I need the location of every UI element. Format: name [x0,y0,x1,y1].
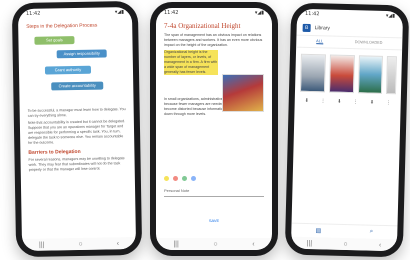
back-icon[interactable]: ‹ [379,241,382,248]
diagram-title: Steps in the Delegation Process [26,22,98,30]
status-icons: ▾◢▮ [385,12,396,20]
book-cover[interactable] [299,53,326,93]
app-logo-icon: B [302,23,311,33]
book-cover[interactable] [357,55,384,94]
phone-library: 11:42 ▾◢▮ B Library ALL DOWNLOADED ⬇ ⋮ ⬇ [284,2,410,258]
status-time: 11:42 [304,10,320,18]
phone-reader-highlight: 11:42 ▾◢▮ 7-4a Organizational Height The… [150,2,278,256]
red-color-swatch[interactable] [173,176,178,181]
save-button[interactable]: SAVE [156,218,272,223]
download-icon[interactable]: ⬇ [305,98,309,104]
highlighted-paragraph[interactable]: Organizational height is the number of l… [164,50,218,75]
library-nav-icon[interactable]: ▤ [315,227,321,234]
system-nav-bar: ||| ○ ‹ [290,236,398,252]
status-icons: ▾◢▮ [254,10,264,16]
home-icon[interactable]: ○ [213,241,217,248]
download-icon[interactable]: ⬇ [370,100,374,106]
status-time: 11:42 [164,10,179,16]
status-time: 11:42 [25,10,41,17]
diagram-step: Grant authority [44,65,92,75]
book-cover[interactable] [328,54,355,94]
more-icon[interactable]: ⋮ [386,100,391,106]
diagram-step: Assign responsibility [56,49,107,59]
status-bar: 11:42 ▾◢▮ [18,7,132,21]
system-nav-bar: ||| ○ ‹ [21,236,137,251]
highlight-color-picker [164,176,196,181]
yellow-color-swatch[interactable] [164,176,169,181]
paragraph: Note that accountability is created but … [27,119,126,145]
tab-downloaded[interactable]: DOWNLOADED [355,40,383,46]
reading-text: To be successful, a manager must learn h… [20,107,135,146]
phone-reader-diagram: 11:42 ▾◢▮ Steps in the Delegation Proces… [11,0,143,258]
green-color-swatch[interactable] [182,176,187,181]
back-icon[interactable]: ‹ [252,241,254,248]
home-icon[interactable]: ○ [78,240,82,247]
diagram-step: Create accountability [51,81,104,91]
delegation-diagram: Set goals Assign responsibility Grant au… [28,33,123,107]
status-icons: ▾◢▮ [114,9,125,16]
app-title: Library [314,25,331,32]
status-bar: 11:42 ▾◢▮ [156,8,272,20]
more-icon[interactable]: ⋮ [353,99,358,105]
home-icon[interactable]: ○ [343,240,347,247]
reading-text-2: For several reasons, managers may be unw… [20,156,134,173]
book-figure-image [222,74,264,112]
chapter-title: 7-4a Organizational Height [164,22,241,30]
system-nav-bar: ||| ○ ‹ [156,238,272,250]
blue-color-swatch[interactable] [191,176,196,181]
recents-icon[interactable]: ||| [173,241,178,248]
recents-icon[interactable]: ||| [39,241,45,248]
phone-screen: 11:42 ▾◢▮ Steps in the Delegation Proces… [17,7,137,251]
more-icon[interactable]: ⋮ [320,98,325,104]
tab-all[interactable]: ALL [316,39,324,45]
paragraph: The span of management has an obvious im… [164,33,263,47]
phone-screen: 11:42 ▾◢▮ B Library ALL DOWNLOADED ⬇ ⋮ ⬇ [290,8,404,252]
search-nav-icon[interactable]: ⌕ [370,229,374,236]
book-shelf [295,48,402,101]
book-cover[interactable] [386,56,397,95]
section-heading: Barriers to Delegation [28,148,81,156]
back-icon[interactable]: ‹ [117,240,119,247]
app-showcase: 11:42 ▾◢▮ Steps in the Delegation Proces… [0,0,410,260]
note-input[interactable] [164,196,264,197]
recents-icon[interactable]: ||| [307,239,313,246]
paragraph: For several reasons, managers may be unw… [28,156,125,172]
paragraph: To be successful, a manager must learn h… [27,107,126,118]
download-icon[interactable]: ⬇ [337,99,341,105]
note-label: Personal Note [164,188,190,193]
diagram-step: Set goals [34,36,75,45]
phone-screen: 11:42 ▾◢▮ 7-4a Organizational Height The… [156,8,272,250]
